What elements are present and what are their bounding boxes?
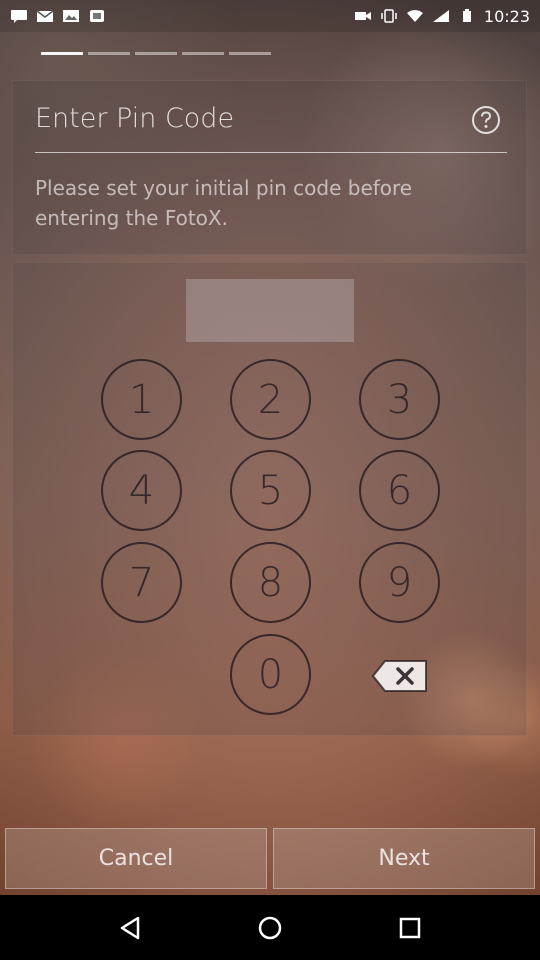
- keypad-key-6[interactable]: 6: [359, 450, 440, 531]
- wifi-icon: [406, 10, 423, 22]
- status-system: 10:23: [354, 7, 530, 26]
- pin-entry-panel: Enter Pin Code Please set your initial p…: [12, 80, 527, 255]
- battery-icon: [462, 9, 471, 22]
- pin-input-underline: [35, 152, 507, 153]
- action-bar: Cancel Next: [0, 823, 540, 895]
- keypad-key-1[interactable]: 1: [101, 359, 182, 440]
- pin-description: Please set your initial pin code before …: [35, 176, 413, 230]
- keypad-key-0[interactable]: 0: [230, 634, 311, 715]
- status-time: 10:23: [483, 6, 530, 26]
- keypad-key-7[interactable]: 7: [101, 542, 182, 623]
- video-icon: [354, 12, 371, 20]
- question-circle-icon[interactable]: [471, 105, 501, 135]
- cancel-button[interactable]: Cancel: [5, 828, 267, 889]
- keypad-key-8[interactable]: 8: [230, 542, 311, 623]
- status-notifications: [10, 9, 106, 23]
- keypad-key-9[interactable]: 9: [359, 542, 440, 623]
- keypad-key-3[interactable]: 3: [359, 359, 440, 440]
- progress-segment: [88, 52, 130, 55]
- notification-icon: [90, 10, 104, 22]
- keypad-key-4[interactable]: 4: [101, 450, 182, 531]
- step-progress-indicator: [41, 52, 271, 55]
- signal-icon: [432, 10, 449, 22]
- recents-icon[interactable]: [396, 914, 424, 942]
- progress-segment: [41, 52, 83, 55]
- system-nav-bar: [0, 895, 540, 960]
- pin-display-field: [186, 279, 354, 342]
- progress-segment: [135, 52, 177, 55]
- keypad-key-5[interactable]: 5: [230, 450, 311, 531]
- vibrate-icon: [381, 9, 397, 23]
- home-icon[interactable]: [256, 914, 284, 942]
- progress-segment: [182, 52, 224, 55]
- image-icon: [63, 10, 79, 22]
- keypad-panel: 1 2 3 4 5 6 7 8 9 0: [12, 262, 527, 736]
- status-bar: 10:23: [0, 0, 540, 32]
- progress-segment: [229, 52, 271, 55]
- next-button[interactable]: Next: [273, 828, 535, 889]
- mail-icon: [36, 10, 54, 22]
- pin-title: Enter Pin Code: [35, 103, 235, 134]
- keypad-key-2[interactable]: 2: [230, 359, 311, 440]
- backspace-icon[interactable]: [371, 659, 429, 693]
- back-icon[interactable]: [116, 914, 144, 942]
- message-icon: [11, 10, 27, 23]
